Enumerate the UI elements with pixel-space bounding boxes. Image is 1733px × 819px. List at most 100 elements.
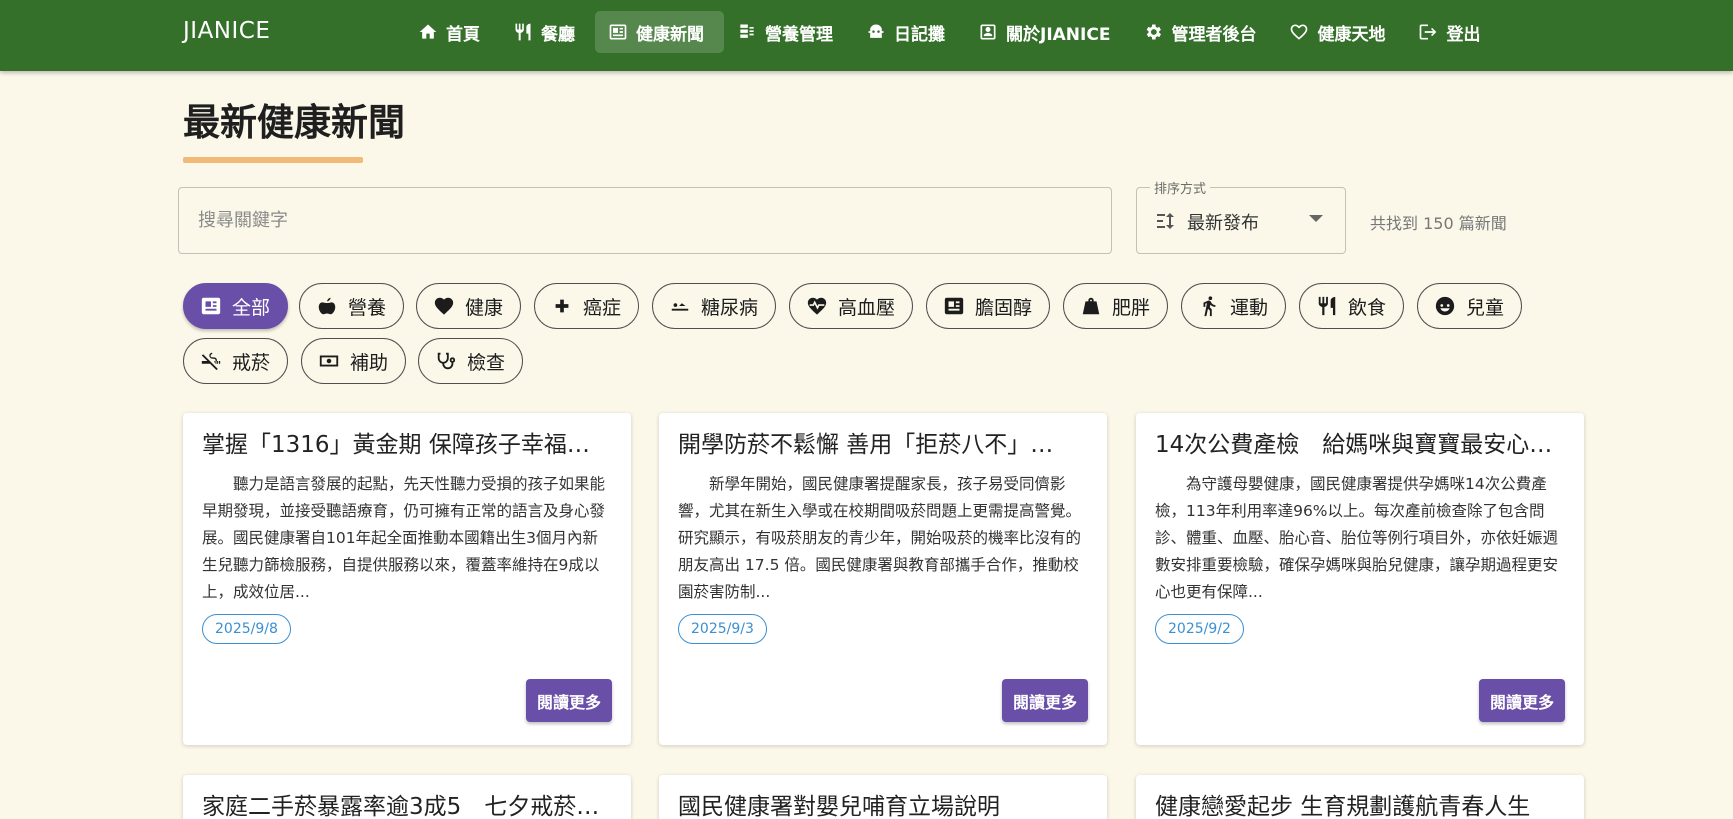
plus-icon [555,299,569,313]
news-excerpt: 聽力是語言發展的起點，先天性聽力受損的孩子如果能早期發現，並接受聽語療育，仍可擁… [202,475,606,601]
chip-label: 糖尿病 [701,296,759,319]
chip-diet[interactable]: 飲食 [1299,283,1405,329]
restaurant-icon [515,23,531,41]
nutrition-icon [740,24,754,38]
chip-subsidy[interactable]: 補助 [301,338,407,384]
chip-exercise[interactable]: 運動 [1181,283,1287,329]
chip-label: 補助 [350,351,389,374]
chip-label: 膽固醇 [975,296,1033,319]
chip-nutrition[interactable]: 營養 [299,283,405,329]
news-icon [609,24,627,40]
date-badge: 2025/9/2 [1155,614,1244,644]
child-icon [1435,296,1455,316]
chip-health[interactable]: 健康 [416,283,522,329]
chip-label: 全部 [232,296,271,319]
news-title[interactable]: 國民健康署對嬰兒哺育立場說明 [678,787,1088,819]
top-nav-bar: JIANICE 首頁 餐廳 健康新聞 營養管理 日記攤 關於JIANICE 管理… [0,0,1733,71]
nav-item-restaurant[interactable]: 餐廳 [500,11,595,53]
chip-cholesterol[interactable]: 膽固醇 [926,283,1051,329]
stethoscope-icon [437,352,456,370]
read-more-button[interactable]: 閱讀更多 [1478,679,1565,722]
news-card[interactable]: 國民健康署對嬰兒哺育立場說明 [659,775,1107,819]
sort-label: 排序方式 [1150,178,1211,197]
nav-item-health-world[interactable]: 健康天地 [1276,11,1405,53]
chip-label: 健康 [465,296,504,319]
read-more-button[interactable]: 閱讀更多 [1001,679,1088,722]
news-excerpt: 為守護母嬰健康，國民健康署提供孕媽咪14次公費產檢，113年利用率達96%以上。… [1155,475,1559,601]
chip-cancer[interactable]: 癌症 [534,283,640,329]
chip-label: 飲食 [1348,296,1387,319]
chip-label: 肥胖 [1112,296,1151,319]
heart-health-icon [1291,24,1308,40]
main-nav: 首頁 餐廳 健康新聞 營養管理 日記攤 關於JIANICE 管理者後台 健康天地… [405,11,1500,53]
apple-icon [318,297,336,315]
news-card[interactable]: 掌握「1316」黃金期 保障孩子幸福… 聽力是語言發展的起點，先天性聽力受損的孩… [183,413,631,745]
nav-item-label: 健康天地 [1317,24,1386,45]
sort-select[interactable]: 排序方式 最新發布 [1136,178,1346,254]
logout-icon [1420,24,1437,40]
sort-value: 最新發布 [1187,213,1259,234]
nav-item-nutrition[interactable]: 營養管理 [724,11,853,53]
news-icon [201,297,221,315]
news-card[interactable]: 14次公費產檢 給媽咪與寶寶最安心… 為守護母嬰健康，國民健康署提供孕媽咪14次… [1136,413,1584,745]
search-field [178,187,1112,254]
nav-item-about[interactable]: 關於JIANICE [965,11,1130,53]
diary-icon [868,24,884,38]
brand-logo[interactable]: JIANICE [183,18,270,44]
chip-children[interactable]: 兒童 [1417,283,1523,329]
weight-icon [1082,297,1100,315]
running-icon [1203,296,1216,317]
nav-item-admin[interactable]: 管理者後台 [1130,11,1276,53]
chip-label: 營養 [348,296,387,319]
title-underline [183,157,363,163]
heartbeat-icon [807,297,827,315]
nav-item-logout[interactable]: 登出 [1405,11,1500,53]
news-excerpt: 新學年開始，國民健康署提醒家長，孩子易受同儕影響，尤其在新生入學或在校期間吸菸問… [678,475,1082,601]
utensils-icon [1318,296,1336,316]
page-title: 最新健康新聞 [183,101,405,144]
heart-icon [434,297,454,315]
chip-hypertension[interactable]: 高血壓 [789,283,914,329]
chip-label: 高血壓 [838,296,896,319]
news-card[interactable]: 家庭二手菸暴露率逾3成5 七夕戒菸… [183,775,631,819]
home-icon [419,24,437,39]
chip-examination[interactable]: 檢查 [418,338,524,384]
nav-item-label: 日記攤 [894,24,945,45]
result-count: 共找到 150 篇新聞 [1370,214,1507,233]
date-badge: 2025/9/8 [202,614,291,644]
chip-label: 兒童 [1466,296,1505,319]
chip-obesity[interactable]: 肥胖 [1063,283,1169,329]
cholesterol-icon [944,297,964,315]
chip-label: 檢查 [467,351,506,374]
nav-item-label: 健康新聞 [636,24,704,45]
diabetes-icon [671,303,689,311]
nav-item-label: 登出 [1446,24,1481,45]
nav-item-home[interactable]: 首頁 [405,11,500,53]
chevron-down-icon [1309,215,1323,222]
news-title[interactable]: 14次公費產檢 給媽咪與寶寶最安心… [1155,425,1565,459]
news-card[interactable]: 健康戀愛起步 生育規劃護航青春人生 [1136,775,1584,819]
chip-diabetes[interactable]: 糖尿病 [652,283,777,329]
news-card[interactable]: 開學防菸不鬆懈 善用「拒菸八不」… 新學年開始，國民健康署提醒家長，孩子易受同儕… [659,413,1107,745]
read-more-button[interactable]: 閱讀更多 [525,679,612,722]
nav-item-label: 首頁 [446,24,480,45]
news-title[interactable]: 開學防菸不鬆懈 善用「拒菸八不」… [678,425,1088,459]
chip-all[interactable]: 全部 [183,283,289,329]
chip-label: 運動 [1230,296,1269,319]
date-badge: 2025/9/3 [678,614,767,644]
info-icon [980,24,996,40]
search-input[interactable] [179,188,1111,253]
news-title[interactable]: 健康戀愛起步 生育規劃護航青春人生 [1155,787,1565,819]
nav-item-health-news[interactable]: 健康新聞 [595,11,724,53]
chip-quit-smoking[interactable]: 戒菸 [183,338,289,384]
chip-label: 戒菸 [232,351,271,374]
nav-item-label: 關於JIANICE [1006,24,1111,45]
news-title[interactable]: 家庭二手菸暴露率逾3成5 七夕戒菸… [202,787,612,819]
money-icon [319,355,339,367]
news-title[interactable]: 掌握「1316」黃金期 保障孩子幸福… [202,425,612,459]
sort-icon [1153,209,1177,233]
no-smoking-icon [201,352,221,371]
nav-item-diary[interactable]: 日記攤 [853,11,965,53]
nav-item-label: 餐廳 [541,24,575,45]
gear-icon [1147,24,1162,40]
